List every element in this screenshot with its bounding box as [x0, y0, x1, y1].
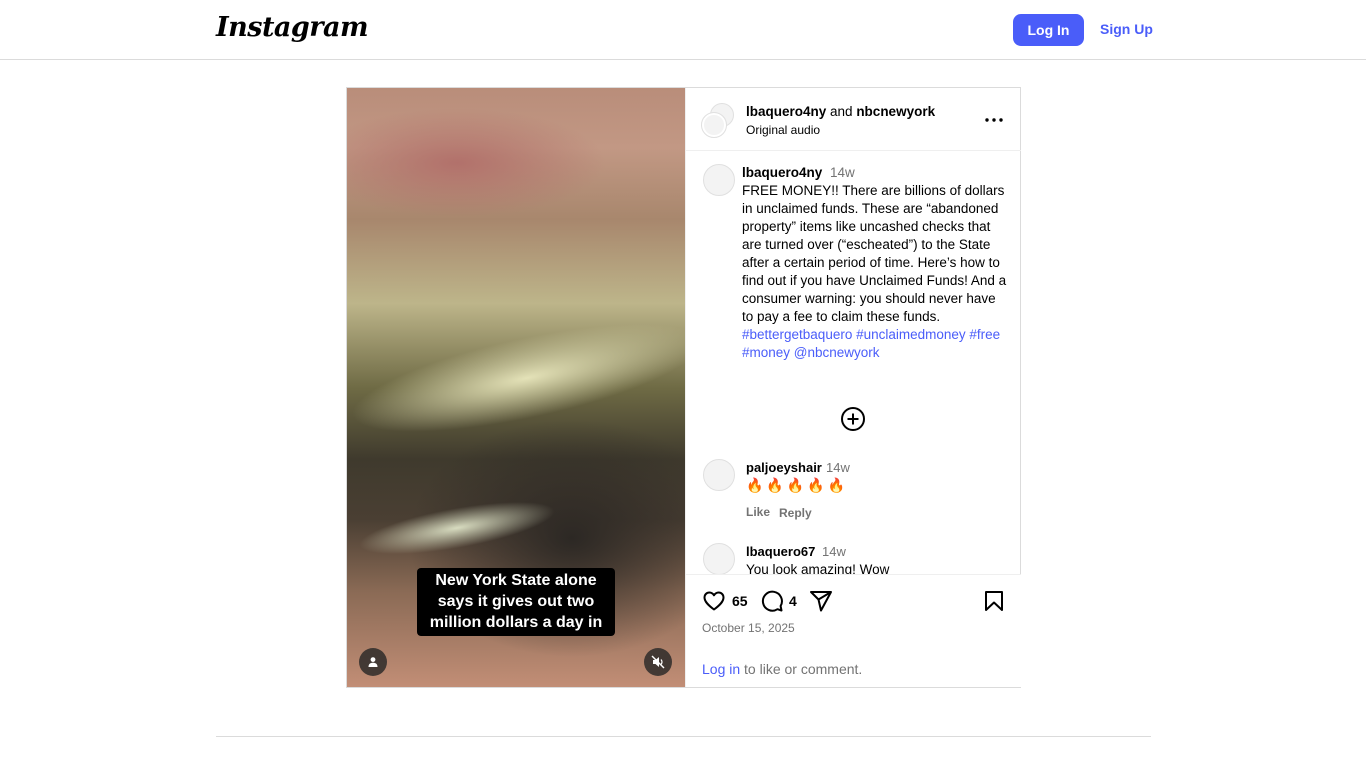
comment-username[interactable]: lbaquero67: [746, 544, 815, 559]
commenter-avatar[interactable]: [703, 543, 735, 574]
post-authors: lbaquero4ny and nbcnewyork: [746, 104, 935, 119]
post-header: lbaquero4ny and nbcnewyork Original audi…: [686, 88, 1021, 151]
comment-reply-button[interactable]: Reply: [779, 506, 812, 520]
author-username[interactable]: lbaquero4ny: [746, 104, 826, 119]
add-circle-icon: [841, 407, 865, 431]
comment-count: 4: [789, 593, 797, 609]
more-options-button[interactable]: [982, 108, 1006, 132]
save-button[interactable]: [982, 589, 1006, 618]
instagram-logo[interactable]: Instagram: [216, 12, 369, 43]
caption-body: FREE MONEY!! There are billions of dolla…: [742, 183, 1007, 324]
signup-link[interactable]: Sign Up: [1100, 21, 1153, 37]
author-avatar[interactable]: [701, 112, 727, 138]
like-button[interactable]: [702, 589, 726, 618]
footer-divider: [216, 736, 1151, 737]
post-sidebar: lbaquero4ny and nbcnewyork Original audi…: [685, 88, 1021, 687]
share-icon: [810, 591, 832, 612]
comment-button[interactable]: [760, 589, 784, 618]
post-date[interactable]: October 15, 2025: [702, 621, 795, 635]
comment-timestamp: 14w: [826, 460, 850, 475]
comment-like-button[interactable]: Like: [746, 505, 770, 519]
comment-text: 🔥🔥🔥🔥🔥: [746, 477, 849, 493]
user-tag-button[interactable]: [359, 648, 387, 676]
video-caption-overlay: New York State alone says it gives out t…: [417, 568, 615, 636]
mute-toggle-button[interactable]: [644, 648, 672, 676]
login-button[interactable]: Log In: [1013, 14, 1084, 46]
muted-speaker-icon: [651, 655, 665, 669]
caption-timestamp: 14w: [830, 165, 855, 180]
commenter-avatar[interactable]: [703, 459, 735, 491]
post-actions: 65 4 October 15, 2025 Log in to like or …: [686, 574, 1021, 687]
login-prompt-text: to like or comment.: [740, 661, 863, 677]
user-tag-icon: [368, 657, 378, 667]
comments-section[interactable]: lbaquero4ny 14w FREE MONEY!! There are b…: [686, 152, 1021, 574]
load-more-comments-button[interactable]: [840, 406, 866, 432]
bookmark-icon: [985, 591, 1003, 611]
login-link[interactable]: Log in: [702, 661, 740, 677]
heart-icon: [703, 591, 725, 611]
audio-label[interactable]: Original audio: [746, 123, 820, 137]
post-video[interactable]: New York State alone says it gives out t…: [347, 88, 685, 687]
comment-timestamp: 14w: [822, 544, 846, 559]
comment-username[interactable]: paljoeyshair: [746, 460, 822, 475]
share-button[interactable]: [809, 589, 833, 618]
comment-icon: [761, 590, 783, 612]
authors-connector: and: [826, 104, 857, 119]
caption-username[interactable]: lbaquero4ny: [742, 165, 822, 180]
more-icon: [985, 118, 1003, 122]
caption-author-avatar[interactable]: [703, 164, 735, 196]
coauthor-username[interactable]: nbcnewyork: [856, 104, 935, 119]
like-count[interactable]: 65: [732, 593, 748, 609]
caption-hashtags[interactable]: #bettergetbaquero #unclaimedmoney #free …: [742, 327, 1000, 360]
post-card: New York State alone says it gives out t…: [346, 87, 1021, 688]
comment-text: You look amazing! Wow: [746, 562, 890, 574]
video-frame-blur: [347, 108, 607, 218]
top-navigation-bar: Instagram Log In Sign Up: [0, 0, 1366, 60]
login-prompt: Log in to like or comment.: [702, 661, 862, 677]
caption-text: FREE MONEY!! There are billions of dolla…: [742, 182, 1010, 362]
